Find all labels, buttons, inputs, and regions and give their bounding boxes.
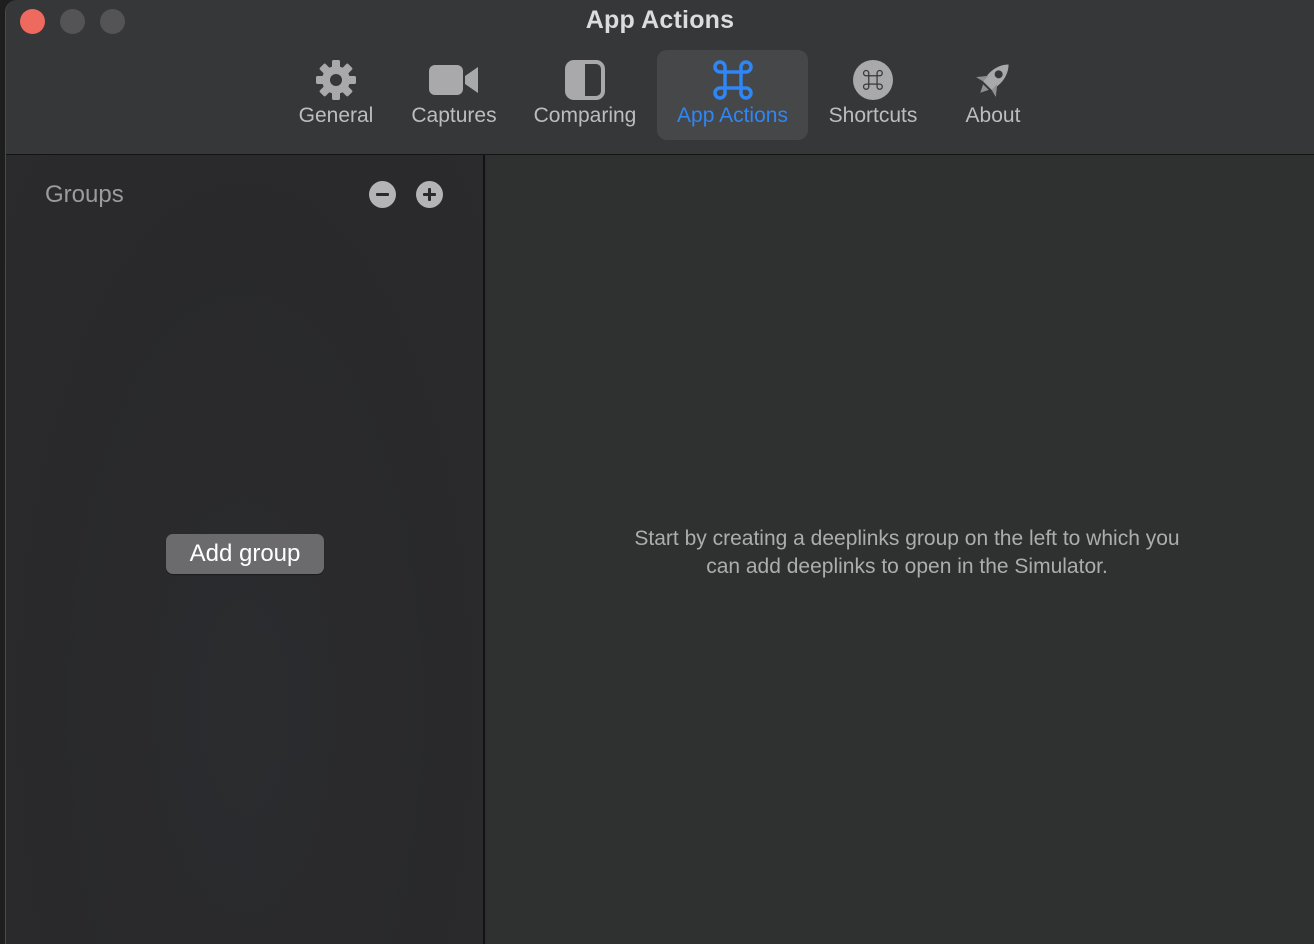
titlebar: App Actions General Captures Comparing A… bbox=[6, 0, 1314, 155]
empty-state-message: Start by creating a deeplinks group on t… bbox=[547, 525, 1267, 581]
tab-captures-label: Captures bbox=[411, 104, 497, 127]
command-circle-icon bbox=[816, 50, 930, 106]
minus-icon bbox=[376, 193, 389, 196]
split-view-icon bbox=[522, 50, 648, 106]
tab-general[interactable]: General bbox=[282, 50, 390, 140]
add-group-button[interactable]: Add group bbox=[166, 534, 324, 574]
tab-shortcuts[interactable]: Shortcuts bbox=[816, 50, 930, 140]
preferences-toolbar: General Captures Comparing App Actions S… bbox=[6, 50, 1314, 140]
deeplinks-content: Start by creating a deeplinks group on t… bbox=[487, 155, 1314, 944]
tab-app-actions-label: App Actions bbox=[677, 104, 788, 127]
video-camera-icon bbox=[400, 50, 508, 106]
tab-captures[interactable]: Captures bbox=[400, 50, 508, 140]
command-icon bbox=[657, 50, 808, 106]
tab-comparing[interactable]: Comparing bbox=[522, 50, 648, 140]
tab-app-actions[interactable]: App Actions bbox=[657, 50, 808, 140]
tab-about-label: About bbox=[965, 104, 1021, 127]
gear-icon bbox=[282, 50, 390, 106]
window-title: App Actions bbox=[585, 6, 735, 34]
add-group-icon-button[interactable] bbox=[416, 181, 443, 208]
groups-header: Groups bbox=[45, 181, 124, 208]
remove-group-button[interactable] bbox=[369, 181, 396, 208]
tab-about[interactable]: About bbox=[950, 50, 1036, 140]
tab-shortcuts-label: Shortcuts bbox=[828, 104, 918, 127]
rocket-icon bbox=[950, 50, 1036, 106]
tab-comparing-label: Comparing bbox=[533, 104, 637, 127]
empty-state-line-2: can add deeplinks to open in the Simulat… bbox=[706, 555, 1108, 578]
plus-icon bbox=[423, 188, 436, 201]
preferences-window: App Actions General Captures Comparing A… bbox=[5, 0, 1314, 944]
groups-sidebar: Groups Add group bbox=[6, 155, 485, 944]
tab-general-label: General bbox=[298, 104, 374, 127]
empty-state-line-1: Start by creating a deeplinks group on t… bbox=[634, 527, 1180, 550]
